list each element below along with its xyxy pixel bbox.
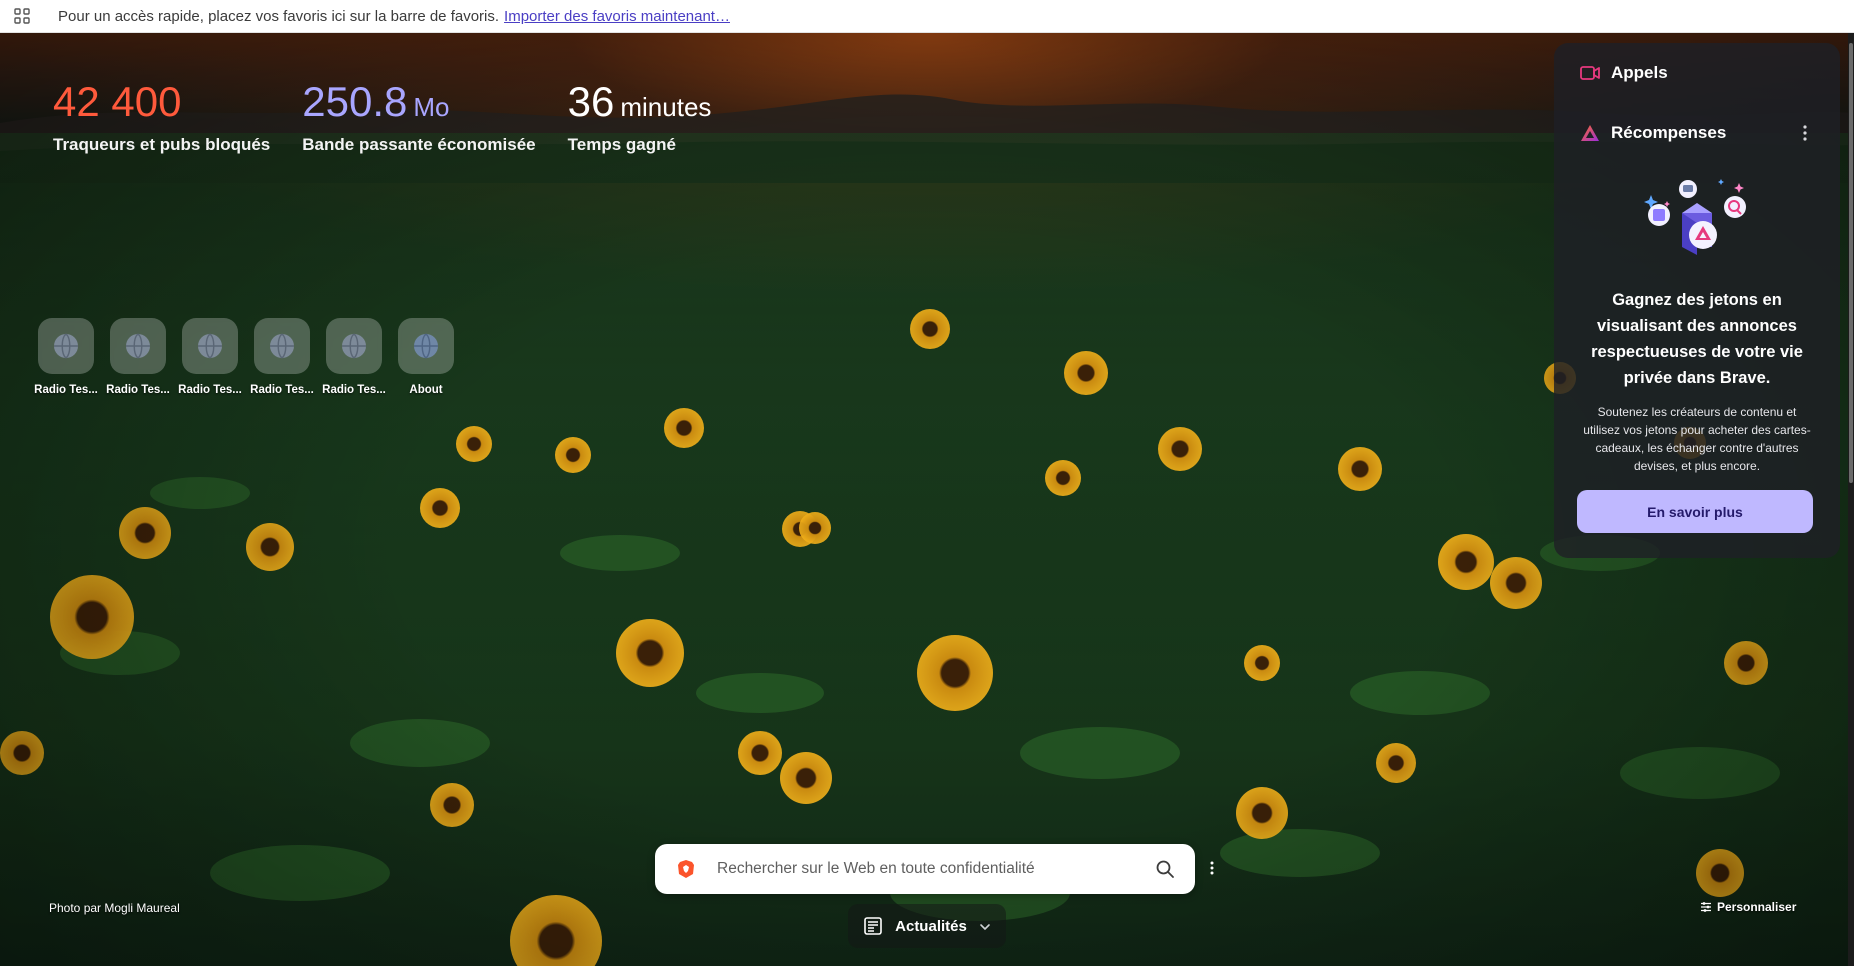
top-site-label: About	[409, 384, 443, 396]
rewards-title: Récompenses	[1611, 123, 1727, 142]
bandwidth-value: 250.8	[302, 78, 408, 125]
trackers-label: Traqueurs et pubs bloqués	[53, 135, 271, 154]
time-value: 36	[567, 78, 615, 125]
calls-widget[interactable]: Appels	[1554, 43, 1840, 103]
time-label: Temps gagné	[567, 135, 676, 154]
calls-title: Appels	[1611, 63, 1668, 82]
customize-button[interactable]: Personnaliser	[1700, 900, 1796, 914]
trackers-value: 42 400	[53, 78, 182, 125]
globe-icon	[38, 318, 94, 374]
brave-rewards-icon	[1579, 122, 1601, 144]
bookmarks-bar: Pour un accès rapide, placez vos favoris…	[0, 0, 1854, 33]
search-icon[interactable]	[1155, 859, 1175, 879]
top-site-tile[interactable]: Radio Tes...	[322, 318, 386, 396]
globe-icon	[110, 318, 166, 374]
page-scrollbar[interactable]	[1848, 33, 1854, 966]
customize-label: Personnaliser	[1717, 900, 1797, 914]
top-site-tile[interactable]: Radio Tes...	[250, 318, 314, 396]
top-site-label: Radio Tes...	[34, 384, 98, 396]
stat-time-saved: 36 minutes Temps gagné	[568, 78, 712, 155]
rewards-heading: Gagnez des jetons en visualisant des ann…	[1591, 291, 1803, 387]
top-site-label: Radio Tes...	[250, 384, 314, 396]
scrollbar-thumb[interactable]	[1849, 43, 1853, 483]
rewards-body: Soutenez les créateurs de contenu et uti…	[1583, 405, 1811, 473]
news-icon	[863, 916, 883, 936]
apps-grid-icon[interactable]	[12, 6, 32, 26]
top-site-tile-about[interactable]: About	[398, 318, 454, 396]
bandwidth-label: Bande passante économisée	[302, 135, 536, 154]
brave-logo-icon	[675, 858, 697, 880]
search-options-icon[interactable]	[1205, 856, 1219, 880]
top-site-label: Radio Tes...	[106, 384, 170, 396]
news-label: Actualités	[895, 917, 967, 935]
top-site-label: Radio Tes...	[322, 384, 386, 396]
globe-icon	[182, 318, 238, 374]
import-bookmarks-link[interactable]: Importer des favoris maintenant…	[504, 8, 730, 25]
more-options-icon[interactable]	[1795, 123, 1815, 143]
rewards-header: Récompenses	[1554, 105, 1840, 161]
top-sites: Radio Tes... Radio Tes... Radio Tes... R…	[34, 318, 454, 396]
top-site-label: Radio Tes...	[178, 384, 242, 396]
sliders-icon	[1700, 901, 1712, 913]
bandwidth-unit: Mo	[413, 92, 450, 122]
news-button[interactable]: Actualités	[848, 904, 1006, 948]
top-site-tile[interactable]: Radio Tes...	[106, 318, 170, 396]
top-site-tile[interactable]: Radio Tes...	[34, 318, 98, 396]
video-call-icon	[1579, 62, 1601, 84]
stat-trackers: 42 400 Traqueurs et pubs bloqués	[53, 78, 270, 155]
globe-icon	[398, 318, 454, 374]
stat-bandwidth: 250.8 Mo Bande passante économisée	[302, 78, 535, 155]
learn-more-button[interactable]: En savoir plus	[1577, 490, 1813, 533]
widgets-panel: Appels Récompenses Gagnez des jetons en …	[1554, 43, 1840, 558]
top-site-tile[interactable]: Radio Tes...	[178, 318, 242, 396]
search-input[interactable]	[717, 860, 1155, 878]
globe-icon	[326, 318, 382, 374]
rewards-illustration-icon	[1644, 179, 1746, 255]
globe-icon	[254, 318, 310, 374]
chevron-down-icon	[979, 920, 991, 932]
bookmarks-bar-message: Pour un accès rapide, placez vos favoris…	[58, 7, 500, 25]
stats-widget: 42 400 Traqueurs et pubs bloqués 250.8 M…	[53, 78, 711, 155]
photo-credit[interactable]: Photo par Mogli Maureal	[49, 901, 180, 915]
search-bar[interactable]	[655, 844, 1195, 894]
time-unit: minutes	[620, 92, 712, 122]
